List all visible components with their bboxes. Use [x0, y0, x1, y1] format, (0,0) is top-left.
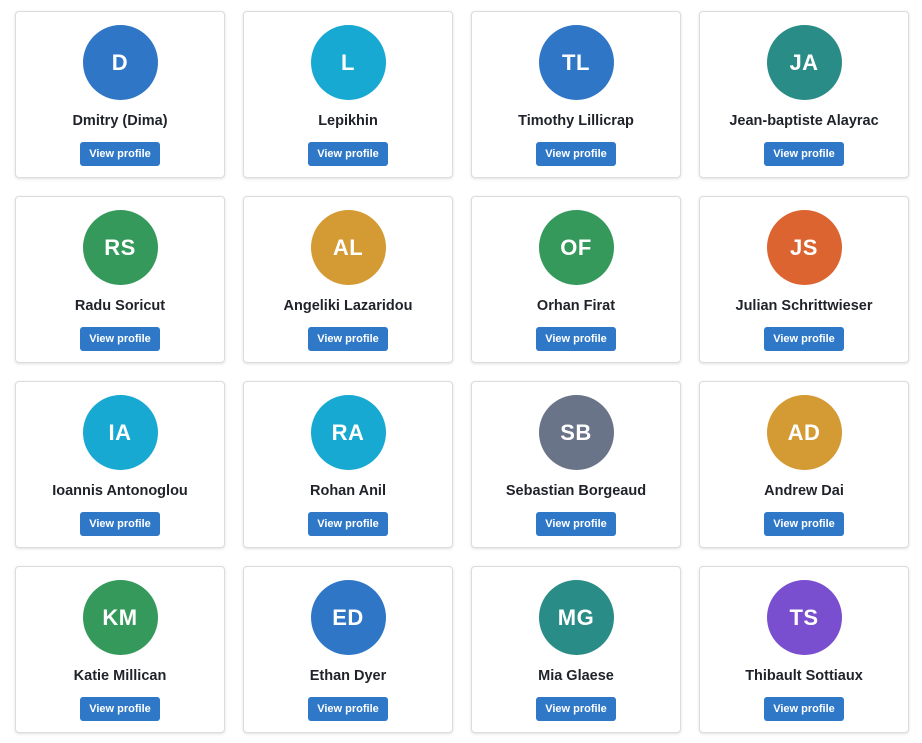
profile-card: RA Rohan Anil View profile: [243, 381, 453, 548]
view-profile-button[interactable]: View profile: [308, 512, 388, 536]
avatar: TS: [766, 580, 842, 655]
view-profile-button[interactable]: View profile: [764, 697, 844, 721]
profile-name: Ioannis Antonoglou: [52, 483, 188, 499]
profile-card: RS Radu Soricut View profile: [15, 196, 225, 363]
avatar: SB: [538, 395, 614, 470]
view-profile-button[interactable]: View profile: [536, 327, 616, 351]
avatar: AD: [766, 395, 842, 470]
view-profile-button[interactable]: View profile: [80, 327, 160, 351]
profile-name: Andrew Dai: [764, 483, 844, 499]
profile-name: Radu Soricut: [74, 298, 166, 314]
profile-name: Julian Schrittwieser: [735, 298, 873, 314]
view-profile-button[interactable]: View profile: [764, 142, 844, 166]
avatar: TL: [538, 25, 614, 100]
avatar: MG: [538, 580, 614, 655]
profile-card: OF Orhan Firat View profile: [471, 196, 681, 363]
profile-card: TS Thibault Sottiaux View profile: [699, 566, 909, 733]
avatar: D: [82, 25, 158, 100]
view-profile-button[interactable]: View profile: [308, 697, 388, 721]
profile-name: Jean-baptiste Alayrac: [729, 113, 879, 129]
profile-name: Lepikhin: [318, 113, 378, 129]
profile-name: Orhan Firat: [536, 298, 616, 314]
profile-card: KM Katie Millican View profile: [15, 566, 225, 733]
profile-name: Rohan Anil: [310, 483, 386, 499]
avatar: L: [310, 25, 386, 100]
avatar: RA: [310, 395, 386, 470]
profile-name: Thibault Sottiaux: [745, 668, 863, 684]
avatar: AL: [310, 210, 386, 285]
view-profile-button[interactable]: View profile: [764, 327, 844, 351]
view-profile-button[interactable]: View profile: [536, 142, 616, 166]
profile-name: Mia Glaese: [538, 668, 614, 684]
view-profile-button[interactable]: View profile: [80, 142, 160, 166]
profile-card: ED Ethan Dyer View profile: [243, 566, 453, 733]
view-profile-button[interactable]: View profile: [80, 697, 160, 721]
profile-name: Ethan Dyer: [309, 668, 387, 684]
avatar: JS: [766, 210, 842, 285]
profile-card: AD Andrew Dai View profile: [699, 381, 909, 548]
profile-card: TL Timothy Lillicrap View profile: [471, 11, 681, 178]
avatar: KM: [82, 580, 158, 655]
avatar: JA: [766, 25, 842, 100]
profile-card: D Dmitry (Dima) View profile: [15, 11, 225, 178]
profile-name: Timothy Lillicrap: [518, 113, 634, 129]
avatar: RS: [82, 210, 158, 285]
avatar: IA: [82, 395, 158, 470]
view-profile-button[interactable]: View profile: [308, 327, 388, 351]
profile-card: JA Jean-baptiste Alayrac View profile: [699, 11, 909, 178]
profile-name: Angeliki Lazaridou: [283, 298, 413, 314]
profile-name: Sebastian Borgeaud: [505, 483, 647, 499]
profile-card: JS Julian Schrittwieser View profile: [699, 196, 909, 363]
profile-card: AL Angeliki Lazaridou View profile: [243, 196, 453, 363]
profile-grid: D Dmitry (Dima) View profile L Lepikhin …: [15, 11, 909, 733]
view-profile-button[interactable]: View profile: [764, 512, 844, 536]
profile-card: MG Mia Glaese View profile: [471, 566, 681, 733]
avatar: OF: [538, 210, 614, 285]
view-profile-button[interactable]: View profile: [536, 697, 616, 721]
profile-card: L Lepikhin View profile: [243, 11, 453, 178]
profile-name: Katie Millican: [73, 668, 167, 684]
view-profile-button[interactable]: View profile: [308, 142, 388, 166]
view-profile-button[interactable]: View profile: [536, 512, 616, 536]
view-profile-button[interactable]: View profile: [80, 512, 160, 536]
avatar: ED: [310, 580, 386, 655]
profile-card: IA Ioannis Antonoglou View profile: [15, 381, 225, 548]
profile-name: Dmitry (Dima): [72, 113, 168, 129]
profile-card: SB Sebastian Borgeaud View profile: [471, 381, 681, 548]
